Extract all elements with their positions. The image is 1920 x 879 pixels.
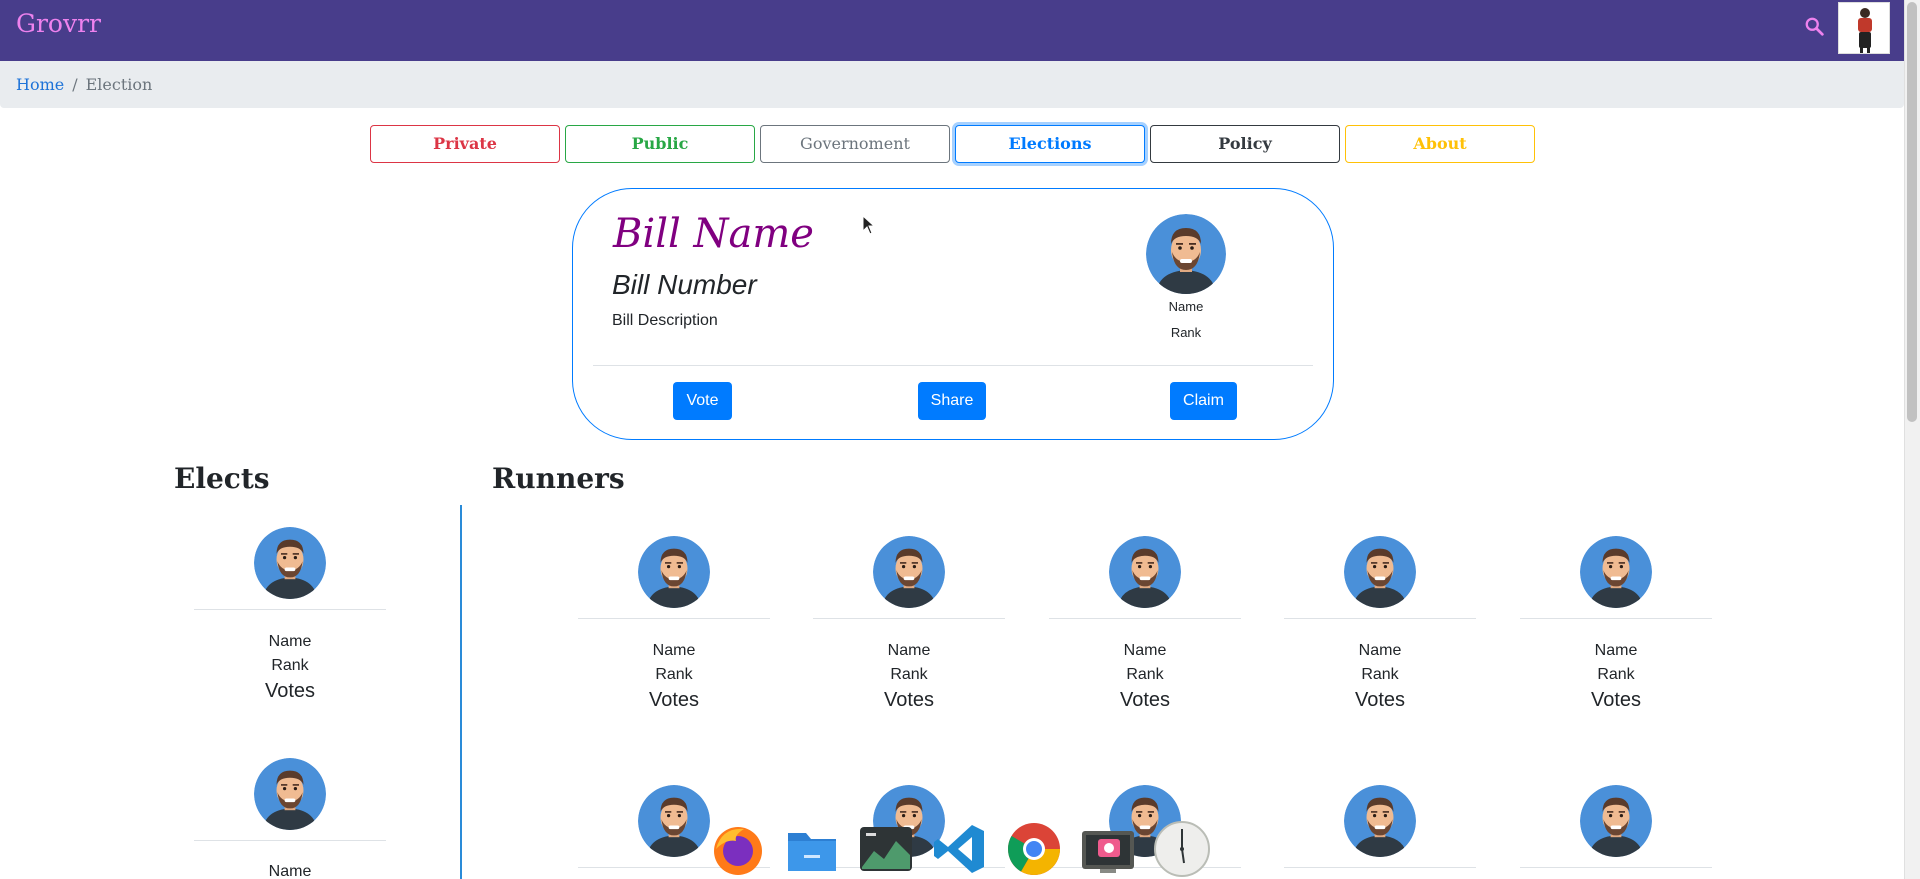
tab-public[interactable]: Public (565, 125, 755, 163)
candidate-name: Name (1594, 642, 1638, 659)
candidate-votes: Votes (1590, 689, 1642, 711)
candidate-avatar (873, 536, 945, 608)
candidate-rank: Rank (1597, 666, 1635, 683)
breadcrumb-separator: / (72, 75, 78, 94)
firefox-icon[interactable] (708, 819, 768, 879)
bill-description: Bill Description (612, 312, 718, 329)
candidate-rank: Rank (655, 666, 693, 683)
candidate-name: Name (1358, 642, 1402, 659)
vote-button[interactable]: Vote (673, 382, 732, 420)
candidate-name: Name (652, 642, 696, 659)
candidate-rank: Rank (890, 666, 928, 683)
candidate-avatar (638, 536, 710, 608)
breadcrumb: Home / Election (0, 61, 1904, 108)
top-navbar: Grovrr (0, 0, 1904, 61)
divider (1520, 867, 1712, 868)
clock-icon[interactable] (1152, 819, 1212, 879)
files-icon[interactable] (782, 819, 842, 879)
candidate-votes: Votes (648, 689, 700, 711)
bill-name: Bill Name (613, 211, 814, 257)
candidate-avatar (1344, 785, 1416, 857)
claim-button[interactable]: Claim (1170, 382, 1237, 420)
mouse-cursor-icon (862, 215, 876, 235)
bill-author-rank: Rank (1170, 325, 1202, 340)
bill-author-name: Name (1168, 299, 1204, 314)
candidate-rank: Rank (1126, 666, 1164, 683)
section-divider (460, 505, 462, 879)
bill-author-avatar[interactable] (1146, 214, 1226, 294)
candidate-name: Name (1123, 642, 1167, 659)
divider (1284, 618, 1476, 619)
candidate-votes: Votes (264, 680, 316, 702)
candidate-votes: Votes (1354, 689, 1406, 711)
user-avatar[interactable] (1838, 2, 1890, 54)
tab-about[interactable]: About (1345, 125, 1535, 163)
scrollbar-thumb[interactable] (1907, 2, 1917, 422)
candidate-name: Name (268, 863, 312, 879)
bill-card: Bill Name Bill Number Bill Description N… (572, 188, 1334, 440)
candidate-avatar (1109, 536, 1181, 608)
vscode-icon[interactable] (930, 819, 990, 879)
app-dock (708, 815, 1216, 879)
tab-elections[interactable]: Elections (955, 125, 1145, 163)
elects-heading: Elects (174, 462, 270, 495)
divider (578, 618, 770, 619)
screenshot-icon[interactable] (1078, 819, 1138, 879)
candidate-votes: Votes (1119, 689, 1171, 711)
candidate-avatar (1580, 536, 1652, 608)
tab-private[interactable]: Private (370, 125, 560, 163)
chrome-icon[interactable] (1004, 819, 1064, 879)
divider (813, 618, 1005, 619)
candidate-rank: Rank (271, 657, 309, 674)
search-icon[interactable] (1804, 16, 1826, 38)
candidate-avatar (1344, 536, 1416, 608)
brand-logo[interactable]: Grovrr (16, 9, 101, 38)
bill-number: Bill Number (612, 269, 757, 300)
candidate-avatar (1580, 785, 1652, 857)
candidate-rank: Rank (1361, 666, 1399, 683)
divider (593, 365, 1313, 366)
divider (194, 840, 386, 841)
system-monitor-icon[interactable] (856, 819, 916, 879)
candidate-avatar (638, 785, 710, 857)
candidate-avatar (254, 527, 326, 599)
breadcrumb-current: Election (85, 75, 153, 94)
tab-government[interactable]: Governoment (760, 125, 950, 163)
divider (1520, 618, 1712, 619)
breadcrumb-home-link[interactable]: Home (16, 75, 64, 94)
candidate-avatar (254, 758, 326, 830)
candidate-name: Name (887, 642, 931, 659)
runners-heading: Runners (492, 462, 625, 495)
divider (1284, 867, 1476, 868)
divider (194, 609, 386, 610)
divider (1049, 618, 1241, 619)
tab-policy[interactable]: Policy (1150, 125, 1340, 163)
candidate-votes: Votes (883, 689, 935, 711)
candidate-name: Name (268, 633, 312, 650)
share-button[interactable]: Share (918, 382, 986, 420)
